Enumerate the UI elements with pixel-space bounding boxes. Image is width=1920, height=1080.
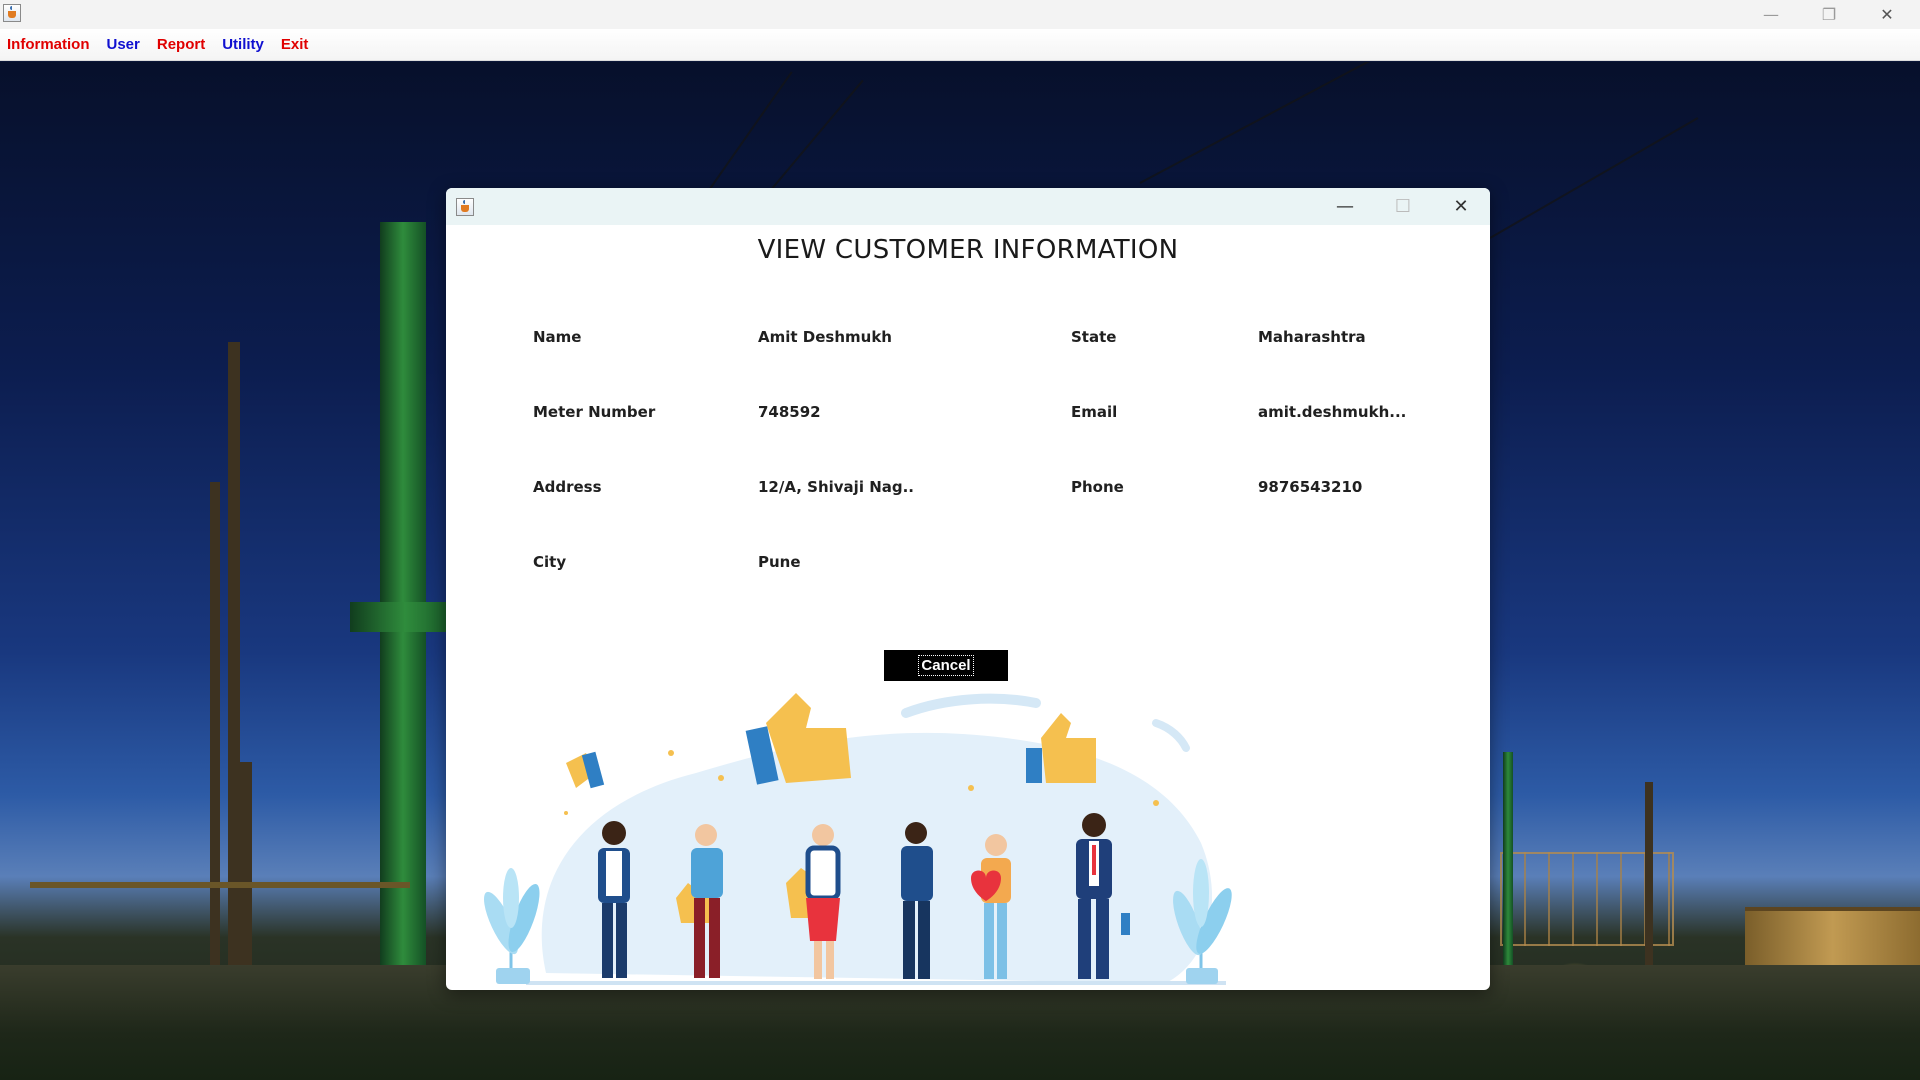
state-value: Maharashtra	[1258, 328, 1366, 346]
main-minimize-button[interactable]: —	[1742, 0, 1800, 29]
thumbs-up-people-illustration	[484, 693, 1232, 985]
meter-number-label: Meter Number	[533, 403, 656, 421]
name-value: Amit Deshmukh	[758, 328, 892, 346]
email-label: Email	[1071, 403, 1118, 421]
dialog-title-bar: — ☐ ✕	[446, 188, 1490, 225]
main-title-bar: — ❐ ✕	[0, 0, 1920, 29]
main-close-button[interactable]: ✕	[1858, 0, 1916, 29]
cancel-button-label: Cancel	[918, 655, 974, 676]
view-customer-dialog: — ☐ ✕ VIEW CUSTOMER INFORMATION Name Ami…	[446, 188, 1490, 990]
menu-information[interactable]: Information	[7, 36, 90, 53]
utility-pole	[210, 482, 220, 1002]
phone-label: Phone	[1071, 478, 1124, 496]
meter-number-value: 748592	[758, 403, 821, 421]
plant-left-icon	[484, 868, 540, 984]
dialog-maximize-button[interactable]: ☐	[1374, 188, 1432, 225]
power-line	[1139, 62, 1371, 184]
menu-bar: Information User Report Utility Exit	[0, 29, 1920, 61]
cancel-button[interactable]: Cancel	[884, 650, 1008, 681]
java-app-icon	[456, 198, 474, 216]
address-value: 12/A, Shivaji Nag..	[758, 478, 914, 496]
address-label: Address	[533, 478, 602, 496]
phone-value: 9876543210	[1258, 478, 1363, 496]
power-line	[759, 79, 864, 204]
dialog-close-button[interactable]: ✕	[1432, 188, 1490, 225]
menu-utility[interactable]: Utility	[222, 36, 264, 53]
dialog-heading: VIEW CUSTOMER INFORMATION	[757, 235, 1179, 265]
dialog-minimize-button[interactable]: —	[1316, 188, 1374, 225]
crossbeam	[30, 882, 410, 888]
java-app-icon	[3, 4, 21, 22]
menu-exit[interactable]: Exit	[281, 36, 309, 53]
tower-crossarm	[350, 602, 460, 632]
menu-report[interactable]: Report	[157, 36, 205, 53]
power-line	[699, 71, 793, 204]
main-maximize-button[interactable]: ❐	[1800, 0, 1858, 29]
menu-user[interactable]: User	[107, 36, 140, 53]
email-value: amit.deshmukh...	[1258, 403, 1407, 421]
city-label: City	[533, 553, 567, 571]
power-line	[1489, 117, 1699, 239]
state-label: State	[1071, 328, 1117, 346]
name-label: Name	[533, 328, 582, 346]
city-value: Pune	[758, 553, 801, 571]
